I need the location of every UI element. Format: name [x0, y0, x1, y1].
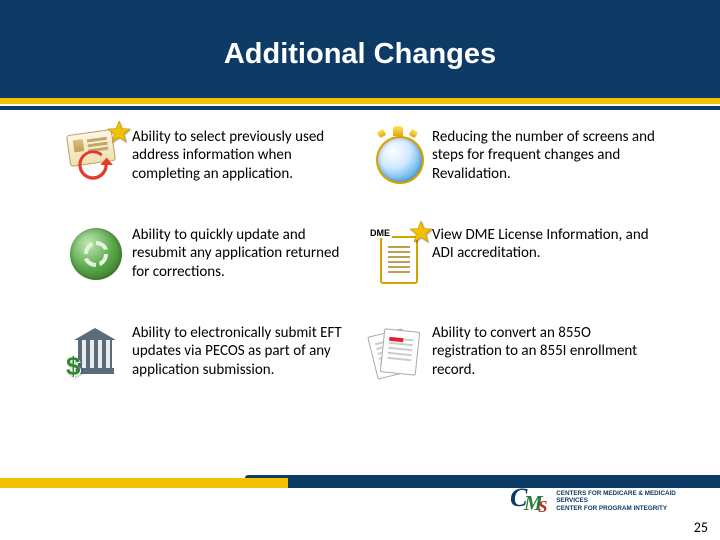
dme-badge: DME: [368, 228, 392, 238]
content-grid: Ability to select previously used addres…: [66, 128, 676, 384]
slide-title: Additional Changes: [0, 38, 720, 71]
dollar-icon: $: [66, 351, 80, 382]
header-accent-yellow: [0, 98, 720, 104]
cms-logo-text: CENTERS FOR MEDICARE & MEDICAID SERVICES…: [556, 490, 690, 512]
item-text: View DME License Information, and ADI ac…: [432, 226, 676, 263]
item-quick-update: Ability to quickly update and resubmit a…: [66, 226, 366, 286]
logo-line-2: CENTER FOR PROGRAM INTEGRITY: [556, 505, 690, 512]
item-text: Ability to electronically submit EFT upd…: [132, 324, 366, 379]
slide-header: Additional Changes: [0, 0, 720, 105]
item-eft-submit: $ Ability to electronically submit EFT u…: [66, 324, 366, 384]
row-1: Ability to select previously used addres…: [66, 128, 676, 188]
star-icon: [408, 220, 434, 246]
stopwatch-icon: [366, 128, 432, 188]
cms-logo-mark: CMS: [510, 485, 550, 517]
row-3: $ Ability to electronically submit EFT u…: [66, 324, 676, 384]
logo-line-1: CENTERS FOR MEDICARE & MEDICAID SERVICES: [556, 490, 690, 504]
item-convert-enrollment: Ability to convert an 855O registration …: [366, 324, 676, 384]
cms-logo: CMS CENTERS FOR MEDICARE & MEDICAID SERV…: [510, 480, 690, 522]
item-dme-license: DME View DME License Information, and AD…: [366, 226, 676, 286]
bank-eft-icon: $: [66, 324, 132, 384]
item-text: Ability to select previously used addres…: [132, 128, 366, 183]
item-address-select: Ability to select previously used addres…: [66, 128, 366, 188]
item-text: Reducing the number of screens and steps…: [432, 128, 676, 183]
address-card-icon: [66, 128, 132, 188]
page-number: 25: [694, 519, 708, 536]
item-text: Ability to convert an 855O registration …: [432, 324, 676, 379]
dme-document-icon: DME: [366, 226, 432, 286]
row-2: Ability to quickly update and resubmit a…: [66, 226, 676, 286]
header-accent-blue: [0, 106, 720, 110]
refresh-icon: [66, 226, 132, 286]
star-icon: [106, 120, 132, 146]
item-reduce-screens: Reducing the number of screens and steps…: [366, 128, 676, 188]
item-text: Ability to quickly update and resubmit a…: [132, 226, 366, 281]
papers-icon: [366, 324, 432, 384]
